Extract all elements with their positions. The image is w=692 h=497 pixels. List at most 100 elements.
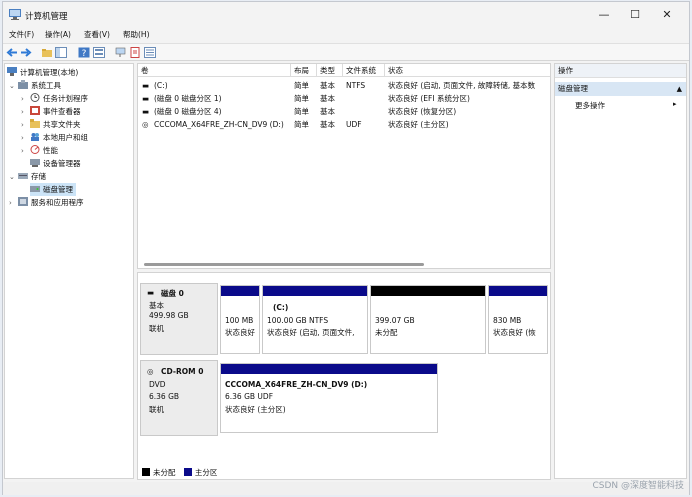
tree-local-users[interactable]: › 本地用户和组 (21, 131, 88, 144)
chevron-right-icon[interactable]: › (9, 197, 18, 210)
volume-row[interactable]: ▬ (C:) 简单 基本 NTFS 状态良好 (启动, 页面文件, 故障转储, … (138, 80, 550, 92)
scrollbar-thumb[interactable] (144, 263, 424, 266)
tree-shared-folders[interactable]: › 共享文件夹 (21, 118, 81, 131)
maximize-button[interactable]: ☐ (622, 6, 648, 24)
partition-status: 状态良好 (恢 (493, 328, 536, 337)
actions-section-label: 磁盘管理 (558, 84, 588, 93)
cdrom-0-label[interactable]: ◎ CD-ROM 0 DVD 6.36 GB 联机 (140, 360, 218, 436)
partition-size: 830 MB (493, 316, 522, 325)
chevron-right-icon[interactable]: › (21, 145, 30, 158)
partition-d[interactable]: CCCOMA_X64FRE_ZH-CN_DV9 (D:) 6.36 GB UDF… (220, 363, 438, 433)
tree-local-users-label: 本地用户和组 (43, 133, 88, 142)
volume-list-scrollbar[interactable] (138, 260, 550, 268)
partition-size: 100.00 GB NTFS (267, 316, 329, 325)
partition-label: (C:) (273, 303, 289, 312)
computer-management-icon (9, 9, 21, 20)
tree-storage[interactable]: ⌄ 存储 (9, 170, 46, 183)
primary-partition-bar (263, 286, 367, 296)
help-icon[interactable]: ? (78, 47, 90, 58)
tree-device-manager-label: 设备管理器 (43, 159, 81, 168)
tools-icon (18, 80, 28, 89)
cdrom-0-status: 联机 (149, 405, 164, 414)
tree-system-tools[interactable]: ⌄ 系统工具 (9, 79, 61, 92)
volume-list: 卷 布局 类型 文件系统 状态 ▬ (C:) 简单 基本 NTFS 状态良好 (… (137, 63, 551, 269)
column-header-status[interactable]: 状态 (385, 64, 550, 77)
actions-header: 操作 (555, 64, 686, 78)
column-header-type[interactable]: 类型 (317, 64, 343, 77)
tree-root[interactable]: 计算机管理(本地) (7, 66, 78, 79)
tree-performance-label: 性能 (43, 146, 58, 155)
volume-filesystem (346, 93, 386, 105)
connect-icon[interactable] (115, 47, 127, 58)
toolbar: ? (3, 43, 689, 61)
forward-arrow-icon[interactable] (20, 47, 32, 58)
partition-status: 状态良好 (启动, 页面文件, (267, 328, 355, 337)
disk-0-label[interactable]: ▬ 磁盘 0 基本 499.98 GB 联机 (140, 283, 218, 355)
menu-bar: 文件(F) 操作(A) 查看(V) 帮助(H) (3, 28, 689, 42)
cdrom-0-name: CD-ROM 0 (161, 367, 204, 376)
event-viewer-icon (30, 106, 40, 115)
tree-services-apps[interactable]: › 服务和应用程序 (9, 196, 84, 209)
device-manager-icon (30, 159, 40, 167)
svg-text:?: ? (82, 49, 87, 58)
document-icon[interactable] (129, 47, 141, 58)
partition-unallocated[interactable]: 399.07 GB 未分配 (370, 285, 486, 354)
status-bar (3, 482, 689, 495)
tree-event-viewer-label: 事件查看器 (43, 107, 81, 116)
volume-row[interactable]: ▬ (磁盘 0 磁盘分区 4) 简单 基本 状态良好 (恢复分区) (138, 106, 550, 118)
column-header-filesystem[interactable]: 文件系统 (343, 64, 385, 77)
partition-efi[interactable]: 100 MB 状态良好 (220, 285, 260, 354)
tree-device-manager[interactable]: 设备管理器 (30, 157, 81, 170)
partition-size: 6.36 GB UDF (225, 392, 274, 401)
tree-performance[interactable]: › 性能 (21, 144, 58, 157)
menu-file[interactable]: 文件(F) (9, 29, 34, 40)
volume-layout: 简单 (294, 81, 309, 90)
chevron-down-icon[interactable]: ⌄ (9, 80, 18, 93)
tree-event-viewer[interactable]: › 事件查看器 (21, 105, 81, 118)
dvd-icon: ◎ (142, 120, 149, 129)
title-bar: 计算机管理 — ☐ ✕ (3, 2, 689, 28)
disk-map: ▬ 磁盘 0 基本 499.98 GB 联机 100 MB 状态良好 (C:) … (137, 272, 551, 480)
legend-primary-swatch (183, 468, 192, 476)
volume-layout: 简单 (294, 94, 309, 103)
list-view-icon[interactable] (144, 47, 156, 58)
menu-action[interactable]: 操作(A) (45, 29, 71, 40)
disk-icon: ▬ (147, 288, 155, 297)
chevron-down-icon[interactable]: ⌄ (9, 171, 18, 184)
minimize-button[interactable]: — (591, 6, 617, 24)
volume-list-header: 卷 布局 类型 文件系统 状态 (138, 64, 550, 77)
volume-row[interactable]: ◎ CCCOMA_X64FRE_ZH-CN_DV9 (D:) 简单 基本 UDF… (138, 119, 550, 131)
primary-partition-bar (489, 286, 547, 296)
properties-icon[interactable] (93, 47, 105, 58)
partition-recovery[interactable]: 830 MB 状态良好 (恢 (488, 285, 548, 354)
partition-status: 状态良好 (主分区) (225, 405, 286, 414)
volume-type: 基本 (320, 107, 335, 116)
tree-task-scheduler-label: 任务计划程序 (43, 94, 88, 103)
disk-0-size: 499.98 GB (149, 311, 189, 320)
volume-icon: ▬ (142, 81, 150, 90)
volume-layout: 简单 (294, 107, 309, 116)
volume-filesystem (346, 106, 386, 118)
collapse-icon[interactable]: ▲ (677, 82, 682, 96)
more-actions-item[interactable]: 更多操作 ▸ (575, 100, 677, 111)
close-button[interactable]: ✕ (654, 6, 680, 24)
shared-folder-icon (30, 119, 40, 128)
volume-status: 状态良好 (EFI 系统分区) (388, 94, 470, 103)
tree-task-scheduler[interactable]: › 任务计划程序 (21, 92, 88, 105)
tree-disk-management[interactable]: 磁盘管理 (30, 183, 76, 196)
partition-c[interactable]: (C:) 100.00 GB NTFS 状态良好 (启动, 页面文件, (262, 285, 368, 354)
back-arrow-icon[interactable] (6, 47, 18, 58)
volume-row[interactable]: ▬ (磁盘 0 磁盘分区 1) 简单 基本 状态良好 (EFI 系统分区) (138, 93, 550, 105)
menu-view[interactable]: 查看(V) (84, 29, 110, 40)
watermark: CSDN @深度智能科技 (592, 481, 684, 491)
disk-management-icon (30, 186, 40, 192)
up-folder-icon[interactable] (41, 47, 53, 58)
column-header-layout[interactable]: 布局 (291, 64, 317, 77)
actions-section-disk-management[interactable]: 磁盘管理 ▲ (555, 82, 686, 96)
volume-name: CCCOMA_X64FRE_ZH-CN_DV9 (D:) (154, 120, 284, 129)
menu-help[interactable]: 帮助(H) (123, 29, 150, 40)
show-hide-tree-icon[interactable] (55, 47, 67, 58)
chevron-right-icon[interactable]: ▸ (673, 100, 677, 108)
column-header-volume[interactable]: 卷 (138, 64, 291, 77)
volume-status: 状态良好 (主分区) (388, 120, 449, 129)
